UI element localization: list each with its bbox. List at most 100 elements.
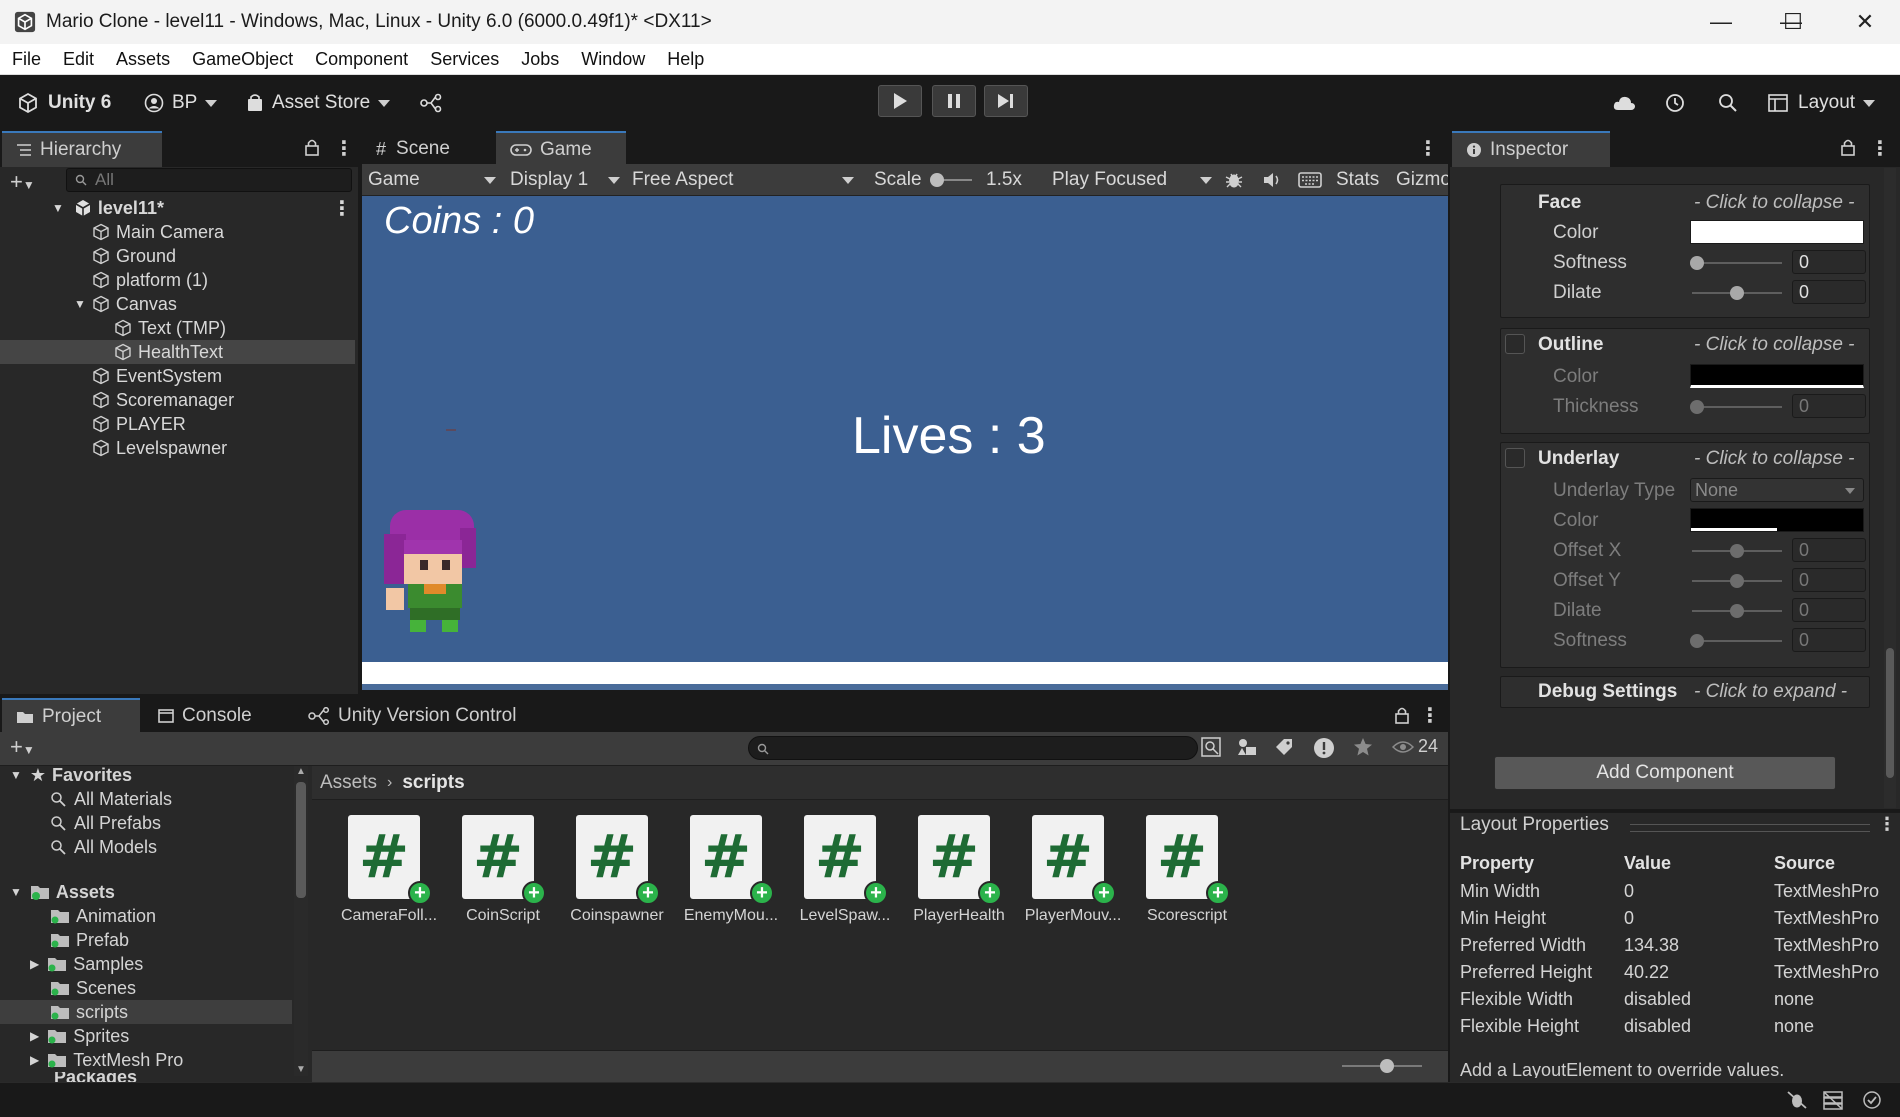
outline-thickness-slider[interactable] xyxy=(1692,406,1782,408)
favorite-item-all-materials[interactable]: All Materials xyxy=(50,787,172,811)
underlay-offset-x-knob[interactable] xyxy=(1730,544,1744,558)
outline-header[interactable]: Outline xyxy=(1538,334,1603,356)
expand-arrow-icon[interactable]: ▶ xyxy=(30,957,39,971)
scale-slider-knob[interactable] xyxy=(930,173,944,187)
aspect-dropdown[interactable]: Free Aspect xyxy=(632,164,860,196)
script-asset-enemymouvement[interactable]: # + EnemyMou... xyxy=(668,815,778,935)
face-softness-knob[interactable] xyxy=(1690,256,1704,270)
underlay-softness-slider[interactable] xyxy=(1692,640,1782,642)
scene-more-options-icon[interactable]: ⋮ xyxy=(332,196,352,221)
audio-speaker-icon[interactable] xyxy=(1262,164,1282,196)
underlay-softness-field[interactable]: 0 xyxy=(1792,628,1866,652)
menu-component[interactable]: Component xyxy=(315,49,408,70)
project-tree-scrollbar-thumb[interactable] xyxy=(296,782,306,898)
expand-arrow-icon[interactable]: ▶ xyxy=(30,1029,39,1043)
debug-settings-header[interactable]: Debug Settings xyxy=(1538,681,1677,703)
inspector-scrollbar[interactable] xyxy=(1884,168,1896,808)
underlay-dilate-knob[interactable] xyxy=(1730,604,1744,618)
create-add-button[interactable]: +▼ xyxy=(10,169,35,195)
cache-server-icon[interactable] xyxy=(1822,1090,1844,1115)
more-options-icon[interactable]: ⋮ xyxy=(334,136,354,161)
hierarchy-item-scoremanager[interactable]: Scoremanager xyxy=(0,388,355,412)
close-button[interactable]: ✕ xyxy=(1830,0,1900,44)
folder-prefab[interactable]: Prefab xyxy=(50,928,129,952)
history-icon[interactable] xyxy=(1664,89,1686,117)
menu-gameobject[interactable]: GameObject xyxy=(192,49,293,70)
lock-icon[interactable] xyxy=(1840,138,1856,161)
hierarchy-item-healthtext-selected[interactable]: HealthText xyxy=(0,340,355,364)
menu-window[interactable]: Window xyxy=(581,49,645,70)
script-asset-camerafollow[interactable]: # + CameraFoll... xyxy=(326,815,437,935)
layout-dropdown[interactable]: Layout xyxy=(1768,89,1876,117)
asset-store-dropdown[interactable]: Asset Store xyxy=(246,89,391,117)
favorite-item-all-models[interactable]: All Models xyxy=(50,835,157,859)
label-tag-icon[interactable] xyxy=(1274,737,1294,762)
underlay-collapse-hint[interactable]: - Click to collapse - xyxy=(1694,448,1855,470)
play-button[interactable] xyxy=(878,85,922,117)
menu-assets[interactable]: Assets xyxy=(116,49,170,70)
hierarchy-search-input[interactable]: All xyxy=(66,168,352,192)
game-mode-dropdown[interactable]: Game xyxy=(368,164,502,196)
script-asset-coinscript[interactable]: # + CoinScript xyxy=(440,815,546,935)
script-asset-playerhealth[interactable]: # + PlayerHealth xyxy=(896,815,1005,935)
add-component-button[interactable]: Add Component xyxy=(1494,756,1836,790)
outline-enable-checkbox[interactable] xyxy=(1505,334,1525,354)
menu-edit[interactable]: Edit xyxy=(63,49,94,70)
face-softness-field[interactable]: 0 xyxy=(1792,250,1866,274)
hierarchy-item-ground[interactable]: Ground xyxy=(0,244,355,268)
folder-scripts-selected[interactable]: scripts xyxy=(50,1000,128,1024)
project-search-input[interactable] xyxy=(748,736,1198,760)
outline-thickness-field[interactable]: 0 xyxy=(1792,394,1866,418)
menu-file[interactable]: File xyxy=(12,49,41,70)
tab-console[interactable]: Console xyxy=(144,698,284,734)
step-button[interactable] xyxy=(984,85,1028,117)
underlay-offset-x-field[interactable]: 0 xyxy=(1792,538,1866,562)
outline-color-swatch[interactable] xyxy=(1690,364,1864,388)
project-tree-scrollbar[interactable]: ▲ ▼ xyxy=(294,766,308,1076)
hierarchy-item-canvas[interactable]: ▼ Canvas xyxy=(0,292,355,316)
hierarchy-item-player[interactable]: PLAYER xyxy=(0,412,355,436)
hierarchy-item-platform[interactable]: platform (1) xyxy=(0,268,355,292)
unity-version-button[interactable]: Unity 6 xyxy=(16,89,111,117)
scroll-down-icon[interactable]: ▼ xyxy=(296,1064,306,1075)
gizmos-button[interactable]: Gizmo xyxy=(1396,164,1448,196)
filter-by-type-icon[interactable] xyxy=(1236,737,1258,762)
tab-inspector[interactable]: Inspector xyxy=(1452,131,1610,167)
expand-arrow-icon[interactable]: ▼ xyxy=(74,297,86,311)
menu-services[interactable]: Services xyxy=(430,49,499,70)
favorite-star-icon[interactable] xyxy=(1353,737,1373,762)
menu-jobs[interactable]: Jobs xyxy=(521,49,559,70)
face-dilate-knob[interactable] xyxy=(1730,286,1744,300)
bug-icon[interactable] xyxy=(1224,164,1244,196)
search-icon[interactable] xyxy=(1718,89,1738,117)
face-dilate-field[interactable]: 0 xyxy=(1792,280,1866,304)
search-by-type-icon[interactable] xyxy=(1200,736,1222,763)
tab-scene[interactable]: # Scene xyxy=(362,131,492,167)
favorites-row[interactable]: ▼ ★ Favorites xyxy=(10,763,132,787)
menu-help[interactable]: Help xyxy=(667,49,704,70)
folder-samples[interactable]: ▶ Samples xyxy=(30,952,143,976)
inspector-scrollbar-thumb[interactable] xyxy=(1886,648,1894,778)
underlay-softness-knob[interactable] xyxy=(1690,634,1704,648)
face-color-swatch[interactable] xyxy=(1690,220,1864,244)
icon-size-slider-knob[interactable] xyxy=(1380,1059,1394,1073)
scene-root-row[interactable]: ▼ level11* ⋮ xyxy=(0,196,355,220)
display-dropdown[interactable]: Display 1 xyxy=(510,164,620,196)
outline-collapse-hint[interactable]: - Click to collapse - xyxy=(1694,334,1855,356)
maximize-button[interactable]: ☐ xyxy=(1758,0,1828,44)
hierarchy-item-main-camera[interactable]: Main Camera xyxy=(0,220,355,244)
script-asset-playermouvement[interactable]: # + PlayerMouv... xyxy=(1010,815,1121,935)
layout-properties-drag-handle[interactable] xyxy=(1630,824,1870,832)
expand-arrow-icon[interactable]: ▶ xyxy=(30,1053,39,1067)
underlay-enable-checkbox[interactable] xyxy=(1505,448,1525,468)
script-asset-coinspawner[interactable]: # + Coinspawner xyxy=(554,815,664,935)
project-create-button[interactable]: +▼ xyxy=(10,734,35,760)
script-asset-levelspawner[interactable]: # + LevelSpaw... xyxy=(782,815,890,935)
folder-textmesh-pro[interactable]: ▶ TextMesh Pro xyxy=(30,1048,183,1072)
pause-button[interactable] xyxy=(932,85,976,117)
sync-check-icon[interactable] xyxy=(1862,1090,1882,1115)
underlay-dilate-field[interactable]: 0 xyxy=(1792,598,1866,622)
packages-row-clipped[interactable]: Packages xyxy=(10,1072,290,1082)
tab-unity-version-control[interactable]: Unity Version Control xyxy=(294,698,554,734)
script-asset-scorescript[interactable]: # + Scorescript xyxy=(1124,815,1230,935)
